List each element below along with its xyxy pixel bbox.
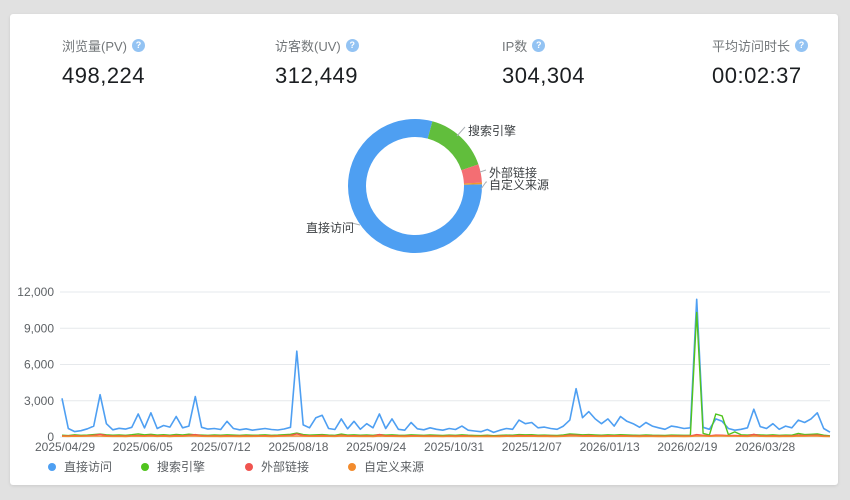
svg-text:2025/09/24: 2025/09/24 xyxy=(346,440,406,454)
stat-visitors-value: 312,449 xyxy=(275,63,359,89)
legend-dot xyxy=(348,463,356,471)
stat-label: IP数 xyxy=(502,36,527,55)
stat-label: 访客数(UV) xyxy=(275,36,341,55)
stat-pageviews: 浏览量(PV) ? 498,224 xyxy=(62,36,145,89)
traffic-trend-line-chart: 03,0006,0009,00012,0002025/04/292025/06/… xyxy=(10,274,838,474)
stat-label: 平均访问时长 xyxy=(712,36,790,55)
help-icon[interactable]: ? xyxy=(532,39,545,52)
stat-avg-duration-label-row: 平均访问时长 ? xyxy=(712,36,808,55)
help-icon[interactable]: ? xyxy=(795,39,808,52)
stat-visitors-label-row: 访客数(UV) ? xyxy=(275,36,359,55)
svg-text:6,000: 6,000 xyxy=(24,358,54,372)
svg-text:2025/04/29: 2025/04/29 xyxy=(35,440,95,454)
svg-text:3,000: 3,000 xyxy=(24,394,54,408)
legend-dot xyxy=(141,463,149,471)
stat-pageviews-value: 498,224 xyxy=(62,63,145,89)
stat-ip-value: 304,304 xyxy=(502,63,585,89)
legend-label: 自定义来源 xyxy=(364,458,424,475)
legend-label: 搜索引擎 xyxy=(157,458,205,475)
stat-visitors: 访客数(UV) ? 312,449 xyxy=(275,36,359,89)
svg-text:12,000: 12,000 xyxy=(17,285,54,299)
help-icon[interactable]: ? xyxy=(346,39,359,52)
stat-avg-duration-value: 00:02:37 xyxy=(712,63,808,89)
stat-ip-label-row: IP数 ? xyxy=(502,36,585,55)
stat-label: 浏览量(PV) xyxy=(62,36,127,55)
legend-dot xyxy=(48,463,56,471)
svg-text:2025/12/07: 2025/12/07 xyxy=(502,440,562,454)
analytics-card: 浏览量(PV) ? 498,224 访客数(UV) ? 312,449 IP数 … xyxy=(10,14,838,485)
svg-text:2026/01/13: 2026/01/13 xyxy=(580,440,640,454)
svg-text:2026/03/28: 2026/03/28 xyxy=(735,440,795,454)
svg-text:2026/02/19: 2026/02/19 xyxy=(657,440,717,454)
svg-text:2025/07/12: 2025/07/12 xyxy=(191,440,251,454)
donut-label-direct-access: 直接访问 xyxy=(306,219,354,236)
stat-pageviews-label-row: 浏览量(PV) ? xyxy=(62,36,145,55)
legend-item-direct-access[interactable]: 直接访问 xyxy=(48,458,112,475)
donut-label-custom-source: 自定义来源 xyxy=(489,176,549,193)
donut-label-search-engine: 搜索引擎 xyxy=(468,122,516,139)
stat-avg-duration: 平均访问时长 ? 00:02:37 xyxy=(712,36,808,89)
svg-text:2025/08/18: 2025/08/18 xyxy=(268,440,328,454)
svg-text:2025/06/05: 2025/06/05 xyxy=(113,440,173,454)
help-icon[interactable]: ? xyxy=(132,39,145,52)
stat-ip-count: IP数 ? 304,304 xyxy=(502,36,585,89)
legend-label: 外部链接 xyxy=(261,458,309,475)
legend-label: 直接访问 xyxy=(64,458,112,475)
legend-dot xyxy=(245,463,253,471)
svg-text:9,000: 9,000 xyxy=(24,321,54,335)
legend-item-external-links[interactable]: 外部链接 xyxy=(245,458,309,475)
legend-item-custom-source[interactable]: 自定义来源 xyxy=(348,458,424,475)
legend-item-search-engine[interactable]: 搜索引擎 xyxy=(141,458,205,475)
svg-text:2025/10/31: 2025/10/31 xyxy=(424,440,484,454)
